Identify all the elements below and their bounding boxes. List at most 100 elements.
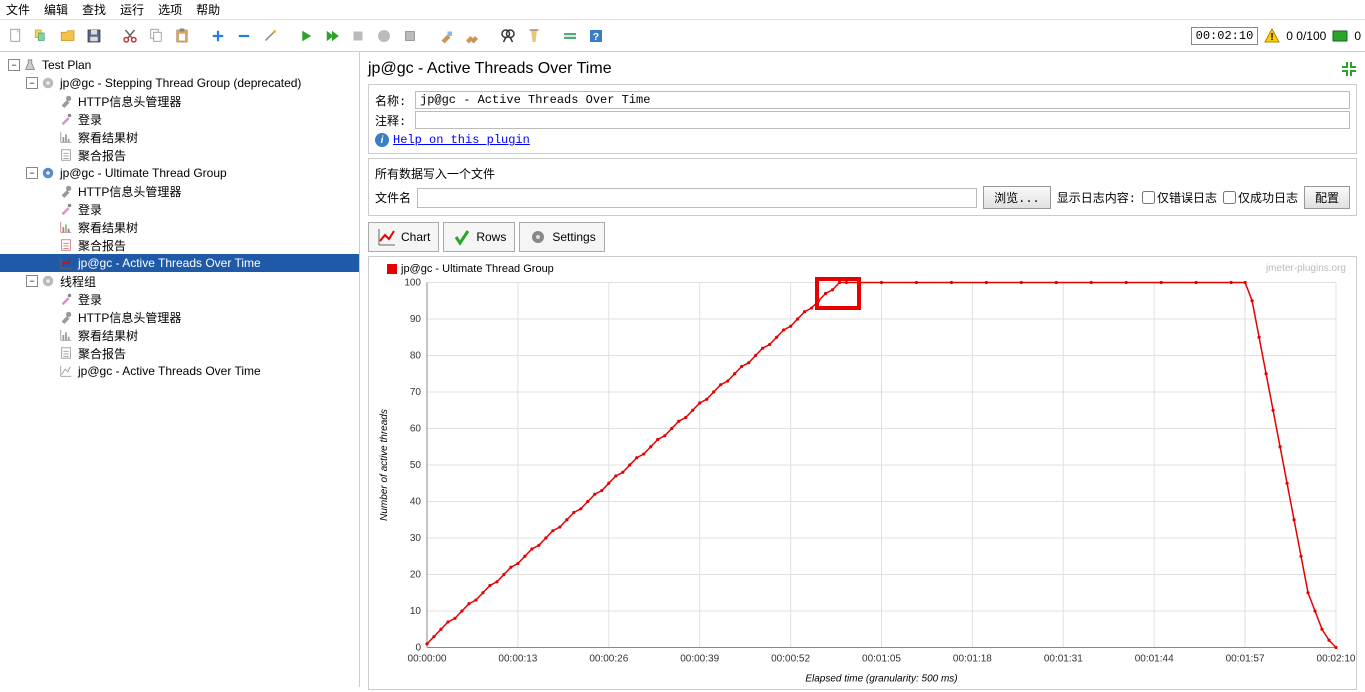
help-icon[interactable]: ?: [584, 24, 608, 48]
pipette-icon: [58, 111, 74, 127]
menu-help[interactable]: 帮助: [196, 1, 220, 18]
pipette-icon: [58, 201, 74, 217]
tree-item-label: jp@gc - Active Threads Over Time: [78, 364, 261, 378]
tree-item[interactable]: 聚合报告: [0, 146, 359, 164]
tree-item[interactable]: −jp@gc - Stepping Thread Group (deprecat…: [0, 74, 359, 92]
save-icon[interactable]: [82, 24, 106, 48]
svg-text:0: 0: [415, 643, 421, 654]
comment-input[interactable]: [415, 111, 1350, 129]
open-icon[interactable]: [56, 24, 80, 48]
expander-icon[interactable]: −: [26, 275, 38, 287]
clear-all-icon[interactable]: [460, 24, 484, 48]
help-link[interactable]: Help on this plugin: [393, 133, 530, 147]
watermark: jmeter-plugins.org: [1266, 263, 1346, 274]
gear-icon: [40, 273, 56, 289]
wrench-icon: [58, 93, 74, 109]
svg-text:Number of active threads: Number of active threads: [379, 409, 390, 521]
tree-item[interactable]: 察看结果树: [0, 218, 359, 236]
configure-button[interactable]: 配置: [1304, 186, 1350, 209]
tree-item-label: HTTP信息头管理器: [78, 183, 181, 200]
start-icon[interactable]: [294, 24, 318, 48]
chart-area: jp@gc - Ultimate Thread Group jmeter-plu…: [368, 256, 1357, 690]
minus-icon[interactable]: [232, 24, 256, 48]
settings-tab-icon: [528, 227, 548, 247]
tree-item[interactable]: 察看结果树: [0, 326, 359, 344]
search-icon[interactable]: [496, 24, 520, 48]
svg-text:20: 20: [410, 570, 422, 581]
chart-svg: 010203040506070809010000:00:0000:00:1300…: [369, 257, 1356, 689]
tab-settings[interactable]: Settings: [519, 222, 604, 252]
svg-text:30: 30: [410, 533, 422, 544]
clear-search-icon[interactable]: [522, 24, 546, 48]
stop-icon[interactable]: [346, 24, 370, 48]
svg-text:00:02:10: 00:02:10: [1317, 654, 1356, 665]
tree-panel[interactable]: −Test Plan−jp@gc - Stepping Thread Group…: [0, 52, 360, 687]
tree-item[interactable]: jp@gc - Active Threads Over Time: [0, 254, 359, 272]
svg-text:00:01:31: 00:01:31: [1044, 654, 1083, 665]
expander-icon[interactable]: −: [26, 167, 38, 179]
cut-icon[interactable]: [118, 24, 142, 48]
svg-text:00:00:13: 00:00:13: [498, 654, 537, 665]
plus-icon[interactable]: [206, 24, 230, 48]
file-group: 所有数据写入一个文件 文件名 浏览... 显示日志内容: 仅错误日志 仅成功日志…: [368, 158, 1357, 216]
paste-icon[interactable]: [170, 24, 194, 48]
tab-rows[interactable]: Rows: [443, 222, 515, 252]
remote-stop-icon[interactable]: [398, 24, 422, 48]
menu-file[interactable]: 文件: [6, 1, 30, 18]
menu-run[interactable]: 运行: [120, 1, 144, 18]
tree-item[interactable]: HTTP信息头管理器: [0, 92, 359, 110]
log-content-label: 显示日志内容:: [1057, 189, 1136, 206]
panel-title: jp@gc - Active Threads Over Time: [368, 60, 612, 78]
tree-item[interactable]: HTTP信息头管理器: [0, 308, 359, 326]
tree-item[interactable]: 登录: [0, 200, 359, 218]
thread-indicator-icon: [1332, 30, 1348, 42]
content-panel: jp@gc - Active Threads Over Time 名称: 注释:…: [360, 52, 1365, 687]
report-c-icon: [58, 237, 74, 253]
tree-item[interactable]: HTTP信息头管理器: [0, 182, 359, 200]
tree-item[interactable]: jp@gc - Active Threads Over Time: [0, 362, 359, 380]
file-label: 文件名: [375, 189, 411, 206]
tree-item[interactable]: − Test Plan: [0, 56, 359, 74]
menu-find[interactable]: 查找: [82, 1, 106, 18]
svg-text:60: 60: [410, 424, 422, 435]
name-input[interactable]: [415, 91, 1350, 109]
tree-item-label: jp@gc - Ultimate Thread Group: [60, 166, 227, 180]
wrench-icon: [58, 309, 74, 325]
tree-item[interactable]: 登录: [0, 290, 359, 308]
chart-legend: jp@gc - Ultimate Thread Group: [387, 263, 554, 275]
success-only-checkbox[interactable]: 仅成功日志: [1223, 189, 1298, 206]
expander-icon[interactable]: −: [26, 77, 38, 89]
browse-button[interactable]: 浏览...: [983, 186, 1051, 209]
clear-icon[interactable]: [434, 24, 458, 48]
tree-item[interactable]: 察看结果树: [0, 128, 359, 146]
templates-icon[interactable]: [30, 24, 54, 48]
svg-text:50: 50: [410, 460, 422, 471]
function-icon[interactable]: [558, 24, 582, 48]
new-file-icon[interactable]: [4, 24, 28, 48]
start-no-pause-icon[interactable]: [320, 24, 344, 48]
tree-item[interactable]: − jp@gc - Ultimate Thread Group: [0, 164, 359, 182]
errors-only-checkbox[interactable]: 仅错误日志: [1142, 189, 1217, 206]
tree-item-label: 聚合报告: [78, 237, 126, 254]
tree-item-label: 聚合报告: [78, 147, 126, 164]
tree-item-label: 聚合报告: [78, 345, 126, 362]
svg-text:!: !: [1271, 32, 1274, 43]
menu-edit[interactable]: 编辑: [44, 1, 68, 18]
tree-item[interactable]: 登录: [0, 110, 359, 128]
tab-chart[interactable]: Chart: [368, 222, 439, 252]
tree-item[interactable]: −线程组: [0, 272, 359, 290]
tree-item[interactable]: 聚合报告: [0, 236, 359, 254]
tree-item[interactable]: 聚合报告: [0, 344, 359, 362]
svg-text:00:00:26: 00:00:26: [589, 654, 628, 665]
copy-icon[interactable]: [144, 24, 168, 48]
expander-icon[interactable]: −: [8, 59, 20, 71]
shutdown-icon[interactable]: [372, 24, 396, 48]
tabs: Chart Rows Settings: [368, 222, 1357, 252]
expand-icon[interactable]: [1341, 61, 1357, 77]
filename-input[interactable]: [417, 188, 977, 208]
toolbar-status: 00:02:10 ! 0 0/100 0: [1191, 27, 1361, 45]
tree-item-label: 察看结果树: [78, 327, 138, 344]
tree-item-label: Test Plan: [42, 58, 91, 72]
wand-icon[interactable]: [258, 24, 282, 48]
menu-options[interactable]: 选项: [158, 1, 182, 18]
